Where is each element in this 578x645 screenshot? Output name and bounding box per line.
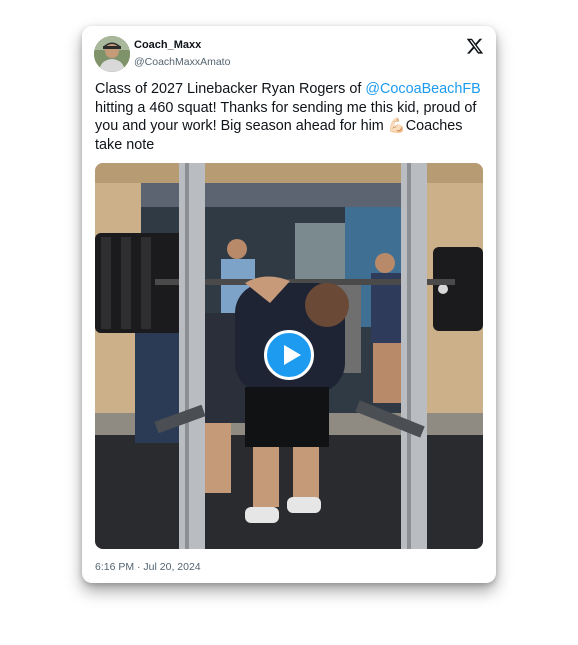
avatar[interactable] [94, 36, 130, 72]
display-name[interactable]: Coach_Maxx [134, 39, 201, 51]
x-logo-icon[interactable] [466, 37, 484, 55]
tweet-text: Class of 2027 Linebacker Ryan Rogers of … [95, 80, 487, 154]
mention-link[interactable]: @CocoaBeachFB [365, 81, 480, 97]
play-icon [284, 345, 301, 365]
tweet-text-part: Class of 2027 Linebacker Ryan Rogers of [95, 81, 366, 97]
tweet-timestamp[interactable]: 6:16 PM · Jul 20, 2024 [95, 561, 201, 573]
play-button[interactable] [264, 330, 314, 380]
tweet-card: Coach_Maxx @CoachMaxxAmato Class of 2027… [82, 26, 496, 583]
flexed-biceps-icon: 💪🏻 [387, 118, 406, 134]
user-handle[interactable]: @CoachMaxxAmato [134, 56, 230, 68]
video-thumbnail[interactable] [95, 163, 483, 549]
